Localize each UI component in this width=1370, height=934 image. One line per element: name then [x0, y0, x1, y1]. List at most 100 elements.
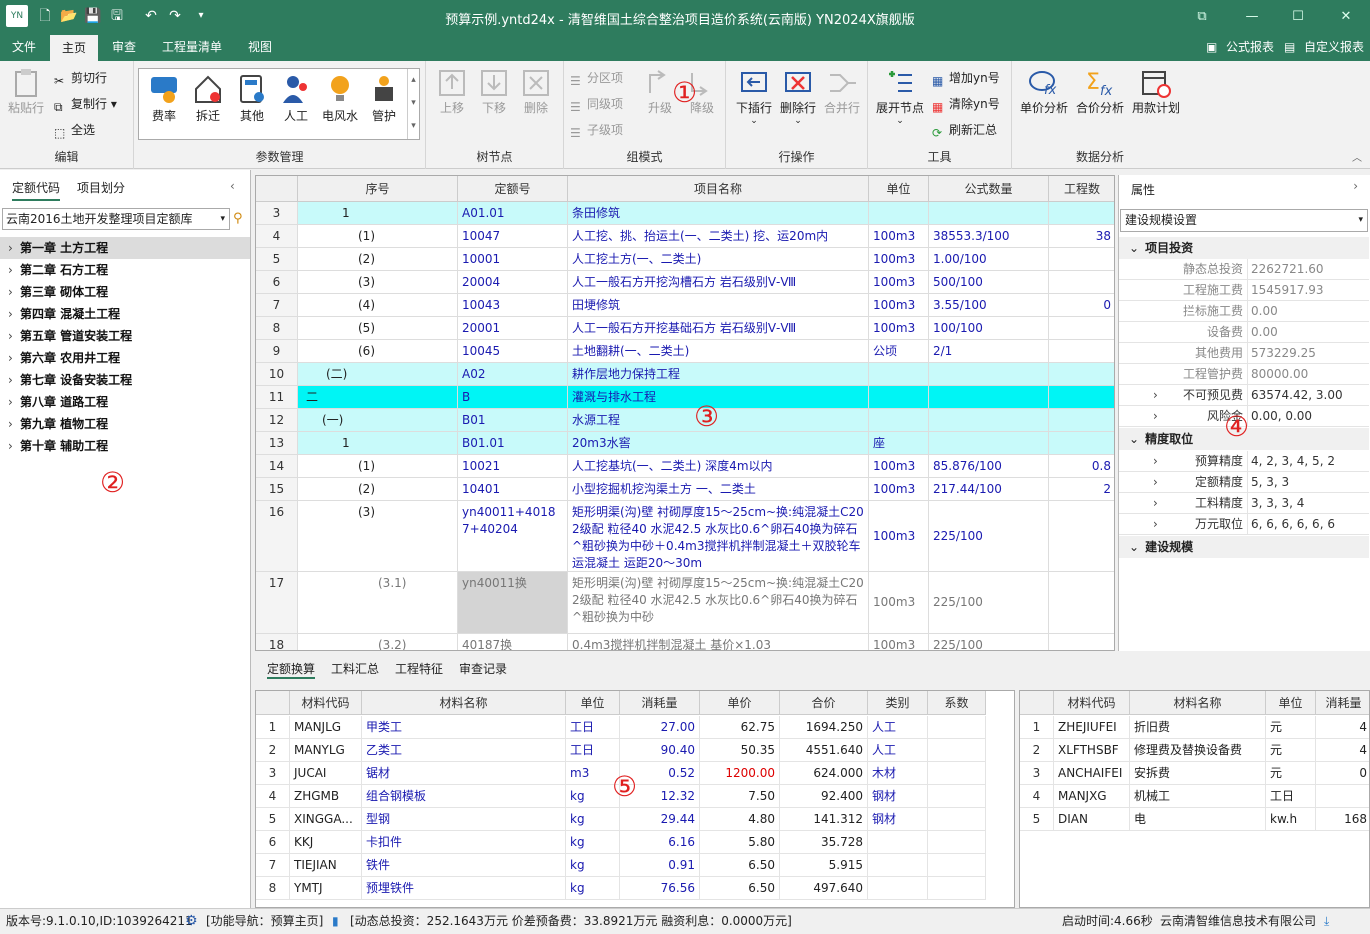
machine-code-cell[interactable]: MANJXG	[1054, 785, 1130, 808]
material-coef-cell[interactable]	[928, 739, 986, 762]
property-row[interactable]: 工程施工费 1545917.93	[1119, 280, 1369, 301]
grid-header-name[interactable]: 项目名称	[568, 176, 869, 202]
mat-header-unit[interactable]: 单位	[566, 691, 620, 715]
machine-qty-cell[interactable]: 4	[1316, 716, 1369, 739]
quota-code-cell[interactable]: B	[458, 386, 568, 408]
material-qty-cell[interactable]: 27.00	[620, 716, 700, 739]
machine-row[interactable]: 5 DIAN 电 kw.h 168	[1020, 808, 1369, 831]
chapter-item[interactable]: › 第十章 辅助工程	[0, 435, 250, 457]
grid-row[interactable]: 9 (6) 10045 土地翻耕(一、二类土) 公顷 2/1	[256, 340, 1114, 363]
filter-icon[interactable]: ⚲	[233, 211, 243, 226]
property-row[interactable]: › 万元取位 6, 6, 6, 6, 6, 6	[1119, 514, 1369, 535]
maximize-icon[interactable]: ☐	[1286, 6, 1310, 28]
section-collapse-icon[interactable]: ⌄	[1129, 432, 1139, 446]
cut-row-button[interactable]: ✂ 剪切行	[54, 68, 107, 88]
nav-text[interactable]: [功能导航：预算主页]	[206, 909, 323, 933]
property-row[interactable]: 设备费 0.00	[1119, 322, 1369, 343]
merge-row-button[interactable]: 合并行	[820, 67, 864, 116]
material-qty-cell[interactable]: 90.40	[620, 739, 700, 762]
chapter-item[interactable]: › 第八章 道路工程	[0, 391, 250, 413]
item-name-cell[interactable]: 20m3水窖	[568, 432, 869, 454]
gear-icon[interactable]: ⚙	[185, 909, 198, 933]
material-unit-cell[interactable]: kg	[566, 808, 620, 831]
machine-unit-cell[interactable]: 工日	[1266, 785, 1316, 808]
quota-code-cell[interactable]: 10045	[458, 340, 568, 362]
expand-arrow-icon[interactable]: ›	[8, 391, 20, 413]
formula-qty-cell[interactable]	[929, 202, 1049, 224]
expand-arrow-icon[interactable]: ›	[8, 347, 20, 369]
material-unit-cell[interactable]: kg	[566, 854, 620, 877]
gallery-scroll[interactable]: ▴ ▾ ▾	[407, 69, 419, 139]
item-name-cell[interactable]: 田埂修筑	[568, 294, 869, 316]
material-code-cell[interactable]: YMTJ	[290, 877, 362, 900]
material-unit-cell[interactable]: kg	[566, 877, 620, 900]
property-row[interactable]: 工程管护费 80000.00	[1119, 364, 1369, 385]
property-row[interactable]: 其他费用 573229.25	[1119, 343, 1369, 364]
chapter-item[interactable]: › 第九章 植物工程	[0, 413, 250, 435]
item-name-cell[interactable]: 0.4m3搅拌机拌制混凝土 基价×1.03	[568, 634, 869, 650]
material-code-cell[interactable]: JUCAI	[290, 762, 362, 785]
material-price-cell[interactable]: 7.50	[700, 785, 780, 808]
machine-row[interactable]: 4 MANJXG 机械工 工日	[1020, 785, 1369, 808]
material-unit-cell[interactable]: kg	[566, 831, 620, 854]
tab-project-division[interactable]: 项目划分	[77, 179, 125, 196]
machine-name-cell[interactable]: 电	[1130, 808, 1266, 831]
material-total-cell[interactable]: 141.312	[780, 808, 868, 831]
material-type-cell[interactable]: 钢材	[868, 785, 928, 808]
item-name-cell[interactable]: 人工一般石方开挖沟槽石方 岩石级别Ⅴ-Ⅷ	[568, 271, 869, 293]
mach-header-name[interactable]: 材料名称	[1130, 691, 1266, 715]
property-row[interactable]: 静态总投资 2262721.60	[1119, 259, 1369, 280]
machine-name-cell[interactable]: 修理费及替换设备费	[1130, 739, 1266, 762]
material-total-cell[interactable]: 92.400	[780, 785, 868, 808]
material-price-cell[interactable]: 6.50	[700, 877, 780, 900]
chapter-item[interactable]: › 第四章 混凝土工程	[0, 303, 250, 325]
expand-node-button[interactable]: 展开节点 ⌄	[874, 67, 926, 126]
quota-code-cell[interactable]: B01	[458, 409, 568, 431]
section-collapse-icon[interactable]: ⌄	[1129, 540, 1139, 554]
property-section[interactable]: ⌄ 项目投资	[1119, 237, 1369, 259]
close-icon[interactable]: ✕	[1334, 6, 1358, 28]
expand-arrow-icon[interactable]: ›	[8, 413, 20, 435]
material-name-cell[interactable]: 组合钢模板	[362, 785, 566, 808]
grid-row[interactable]: 7 (4) 10043 田埂修筑 100m3 3.55/100 0	[256, 294, 1114, 317]
grid-row[interactable]: 8 (5) 20001 人工一般石方开挖基础石方 岩石级别Ⅴ-Ⅷ 100m3 100/10…	[256, 317, 1114, 340]
material-code-cell[interactable]: MANYLG	[290, 739, 362, 762]
collapse-left-panel-icon[interactable]: ‹	[230, 179, 235, 193]
machine-unit-cell[interactable]: 元	[1266, 716, 1316, 739]
expand-arrow-icon[interactable]: ›	[8, 237, 20, 259]
quota-code-cell[interactable]: 10043	[458, 294, 568, 316]
mat-header-total[interactable]: 合价	[780, 691, 868, 715]
menu-file[interactable]: 文件	[0, 34, 48, 61]
expand-arrow-icon[interactable]: ›	[8, 325, 20, 347]
item-name-cell[interactable]: 条田修筑	[568, 202, 869, 224]
other-button[interactable]: 其他	[230, 73, 274, 124]
formula-qty-cell[interactable]: 225/100	[929, 634, 1049, 650]
select-all-button[interactable]: ⬚ 全选	[54, 120, 95, 140]
add-yn-button[interactable]: ▦ 增加yn号	[932, 68, 1000, 88]
machine-unit-cell[interactable]: 元	[1266, 762, 1316, 785]
payment-plan-button[interactable]: 用款计划	[1130, 67, 1182, 116]
delete-node-button[interactable]: 删除	[516, 67, 556, 116]
formula-qty-cell[interactable]: 217.44/100	[929, 478, 1049, 500]
total-price-analysis-button[interactable]: Σfx 合价分析	[1074, 67, 1126, 116]
quota-code-cell[interactable]: 10401	[458, 478, 568, 500]
menu-home[interactable]: 主页	[50, 34, 99, 61]
item-name-cell[interactable]: 矩形明渠(沟)壁 衬砌厚度15～25cm~换:纯混凝土C20 2级配 粒径40 …	[568, 572, 869, 633]
item-name-cell[interactable]: 矩形明渠(沟)壁 衬砌厚度15～25cm~换:纯混凝土C20 2级配 粒径40 …	[568, 501, 869, 571]
expand-arrow-icon[interactable]: ›	[1153, 385, 1158, 406]
utilities-button[interactable]: 电风水	[318, 73, 362, 124]
material-code-cell[interactable]: ZHGMB	[290, 785, 362, 808]
material-coef-cell[interactable]	[928, 808, 986, 831]
item-name-cell[interactable]: 人工一般石方开挖基础石方 岩石级别Ⅴ-Ⅷ	[568, 317, 869, 339]
collapse-ribbon-icon[interactable]: ︿	[1352, 149, 1362, 164]
mat-header-name[interactable]: 材料名称	[362, 691, 566, 715]
material-total-cell[interactable]: 35.728	[780, 831, 868, 854]
formula-qty-cell[interactable]	[929, 432, 1049, 454]
expand-arrow-icon[interactable]: ›	[8, 259, 20, 281]
formula-qty-cell[interactable]: 85.876/100	[929, 455, 1049, 477]
move-down-button[interactable]: 下移	[474, 67, 514, 116]
property-row[interactable]: › 预算精度 4, 2, 3, 4, 5, 2	[1119, 451, 1369, 472]
mach-header-qty[interactable]: 消耗量	[1316, 691, 1369, 715]
material-total-cell[interactable]: 497.640	[780, 877, 868, 900]
custom-report-link[interactable]: 自定义报表	[1304, 34, 1364, 61]
